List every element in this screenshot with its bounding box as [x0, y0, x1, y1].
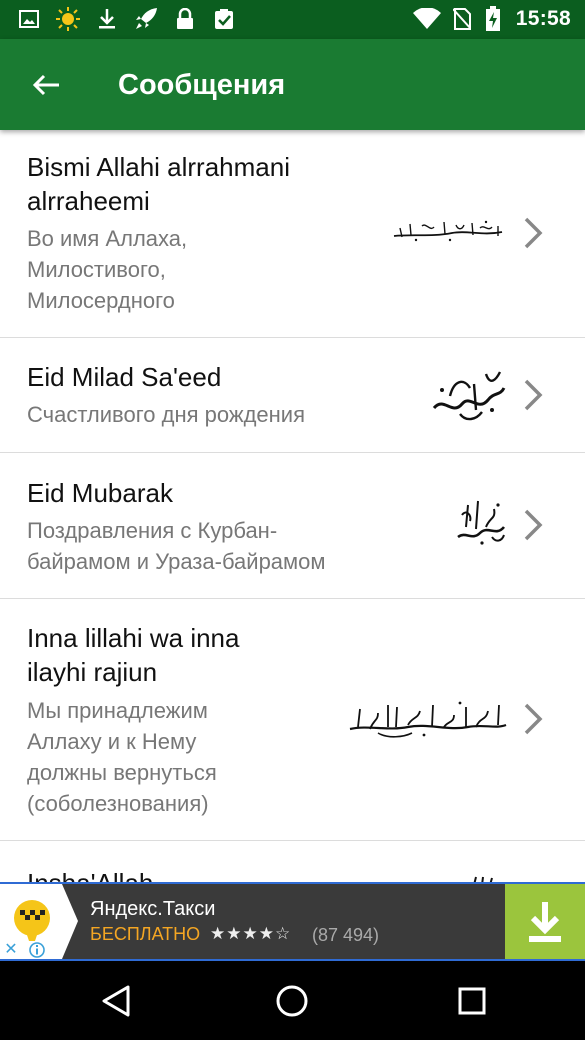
nav-home-button[interactable] — [272, 981, 312, 1021]
message-title: Eid Milad Sa'eed — [27, 362, 222, 392]
ad-app-name: Яндекс.Такси — [90, 898, 216, 920]
arabic-calligraphy-image — [393, 220, 503, 242]
ad-install-button[interactable] — [505, 884, 585, 959]
app-bar: Сообщения — [0, 39, 585, 130]
list-item[interactable]: Inna lillahi wa inna ilayhi rajiun Мы пр… — [0, 599, 585, 841]
nav-back-button[interactable] — [96, 981, 136, 1021]
sun-icon — [54, 7, 82, 31]
arabic-calligraphy-image — [473, 876, 493, 882]
message-title: Eid Mubarak — [27, 478, 173, 508]
message-title: Bismi Allahi alrrahmani alrraheemi — [27, 152, 290, 216]
ad-banner[interactable]: Яндекс.Такси БЕСПЛАТНО ★★★★☆ (87 494) ✕ — [0, 882, 585, 961]
message-translation: Во имя Аллаха, Милостивого, Милосердного — [27, 226, 188, 313]
nav-recents-button[interactable] — [452, 981, 492, 1021]
message-translation: Поздравления с Курбан- байрамом и Ураза-… — [27, 518, 326, 574]
no-sim-icon — [452, 7, 472, 31]
rocket-icon — [132, 7, 160, 31]
image-icon — [18, 7, 40, 31]
list-item[interactable]: Insha'Allah — [0, 841, 585, 882]
chevron-right-icon — [524, 509, 543, 541]
message-list[interactable]: Bismi Allahi alrrahmani alrraheemi Во им… — [0, 130, 585, 882]
back-button[interactable] — [22, 61, 70, 109]
ad-close-button[interactable]: ✕ — [0, 941, 22, 959]
status-bar: 15:58 — [0, 0, 585, 39]
circle-home-icon — [276, 985, 308, 1017]
square-recents-icon — [458, 987, 486, 1015]
download-icon — [96, 7, 118, 31]
message-title: Inna lillahi wa inna ilayhi rajiun — [27, 623, 240, 687]
clock-time: 15:58 — [515, 7, 571, 30]
download-icon — [529, 901, 561, 942]
triangle-back-icon — [102, 985, 130, 1017]
page-title: Сообщения — [118, 69, 286, 101]
ad-rating-stars: ★★★★☆ — [210, 924, 292, 943]
lock-icon — [174, 7, 196, 31]
chevron-right-icon — [524, 379, 543, 411]
ad-price: БЕСПЛАТНО — [90, 924, 201, 944]
wifi-icon — [412, 7, 442, 31]
list-item[interactable]: Eid Mubarak Поздравления с Курбан- байра… — [0, 453, 585, 599]
chevron-right-icon — [524, 217, 543, 249]
message-title: Insha'Allah — [27, 866, 153, 882]
arabic-calligraphy-image — [349, 701, 507, 738]
clipboard-check-icon — [212, 7, 236, 31]
message-translation: Мы принадлежим Аллаху и к Нему должны ве… — [27, 698, 217, 816]
arabic-calligraphy-image — [432, 371, 506, 421]
ad-info-button[interactable] — [26, 941, 48, 959]
list-item[interactable]: Bismi Allahi alrrahmani alrraheemi Во им… — [0, 130, 585, 338]
ad-rating-count: (87 494) — [312, 925, 380, 945]
message-translation: Счастливого дня рождения — [27, 402, 305, 427]
list-item[interactable]: Eid Milad Sa'eed Счастливого дня рождени… — [0, 338, 585, 453]
system-nav-bar — [0, 961, 585, 1040]
battery-charging-icon — [484, 6, 502, 31]
arrow-back-icon — [32, 74, 59, 96]
chevron-right-icon — [524, 703, 543, 735]
info-icon — [29, 942, 45, 958]
arabic-calligraphy-image — [457, 500, 506, 545]
